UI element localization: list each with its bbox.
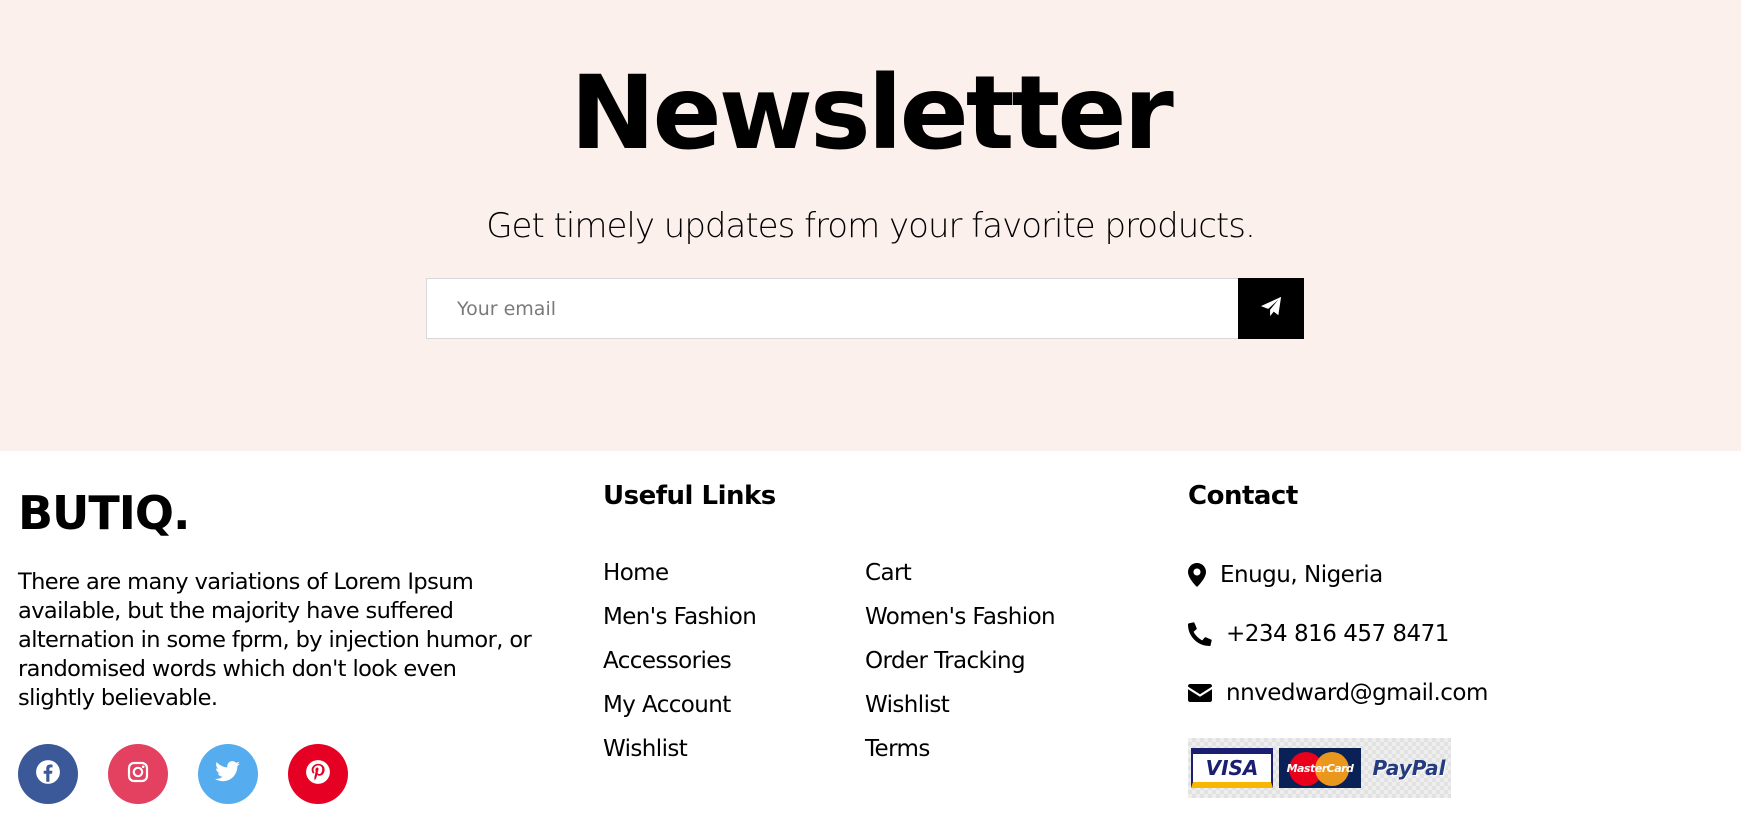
contact-email: nnvedward@gmail.com	[1188, 679, 1488, 707]
phone-text[interactable]: +234 816 457 8471	[1226, 620, 1449, 648]
useful-links-title: Useful Links	[603, 481, 776, 511]
link-womens-fashion[interactable]: Women's Fashion	[865, 603, 1056, 631]
envelope-icon	[1188, 680, 1226, 706]
contact-phone: +234 816 457 8471	[1188, 620, 1449, 648]
payment-methods: VISA MasterCard PayPal	[1188, 738, 1451, 798]
social-links	[18, 744, 348, 804]
newsletter-section: Newsletter Get timely updates from your …	[0, 0, 1741, 451]
instagram-icon	[126, 760, 150, 788]
link-wishlist-2[interactable]: Wishlist	[865, 691, 1055, 719]
map-pin-icon	[1188, 562, 1220, 588]
visa-logo: VISA	[1191, 748, 1273, 788]
paypal-logo: PayPal	[1372, 756, 1446, 780]
pinterest-icon	[305, 759, 331, 789]
facebook-button[interactable]	[18, 744, 78, 804]
link-mens-fashion[interactable]: Men's Fashion	[603, 603, 757, 631]
footer: BUTIQ. There are many variations of Lore…	[0, 451, 1741, 832]
instagram-button[interactable]	[108, 744, 168, 804]
link-order-tracking[interactable]: Order Tracking	[865, 647, 1055, 675]
mastercard-logo: MasterCard	[1279, 748, 1361, 788]
useful-links-col-2: Cart Women's Fashion Order Tracking Wish…	[865, 559, 1056, 779]
email-text[interactable]: nnvedward@gmail.com	[1226, 679, 1488, 707]
useful-links-col-1: Home Men's Fashion Accessories My Accoun…	[603, 559, 757, 779]
link-accessories[interactable]: Accessories	[603, 647, 756, 675]
mastercard-label: MasterCard	[1286, 761, 1354, 775]
subscribe-button[interactable]	[1238, 278, 1304, 339]
about-text: There are many variations of Lorem Ipsum…	[18, 569, 532, 711]
newsletter-form	[426, 278, 1304, 339]
contact-title: Contact	[1188, 481, 1298, 511]
email-input[interactable]	[426, 278, 1238, 339]
phone-icon	[1188, 621, 1226, 647]
pinterest-button[interactable]	[288, 744, 348, 804]
twitter-button[interactable]	[198, 744, 258, 804]
newsletter-subtitle: Get timely updates from your favorite pr…	[486, 206, 1256, 246]
brand-logo[interactable]: BUTIQ.	[18, 485, 190, 541]
link-my-account[interactable]: My Account	[603, 691, 756, 719]
location-text: Enugu, Nigeria	[1220, 562, 1383, 588]
newsletter-title: Newsletter	[570, 54, 1174, 173]
link-home[interactable]: Home	[603, 559, 756, 587]
link-wishlist[interactable]: Wishlist	[603, 735, 756, 763]
link-terms[interactable]: Terms	[865, 735, 1055, 763]
twitter-icon	[215, 761, 241, 787]
link-cart[interactable]: Cart	[865, 559, 1055, 587]
paper-plane-icon	[1260, 296, 1282, 321]
facebook-icon	[35, 759, 61, 789]
contact-location: Enugu, Nigeria	[1188, 561, 1383, 589]
